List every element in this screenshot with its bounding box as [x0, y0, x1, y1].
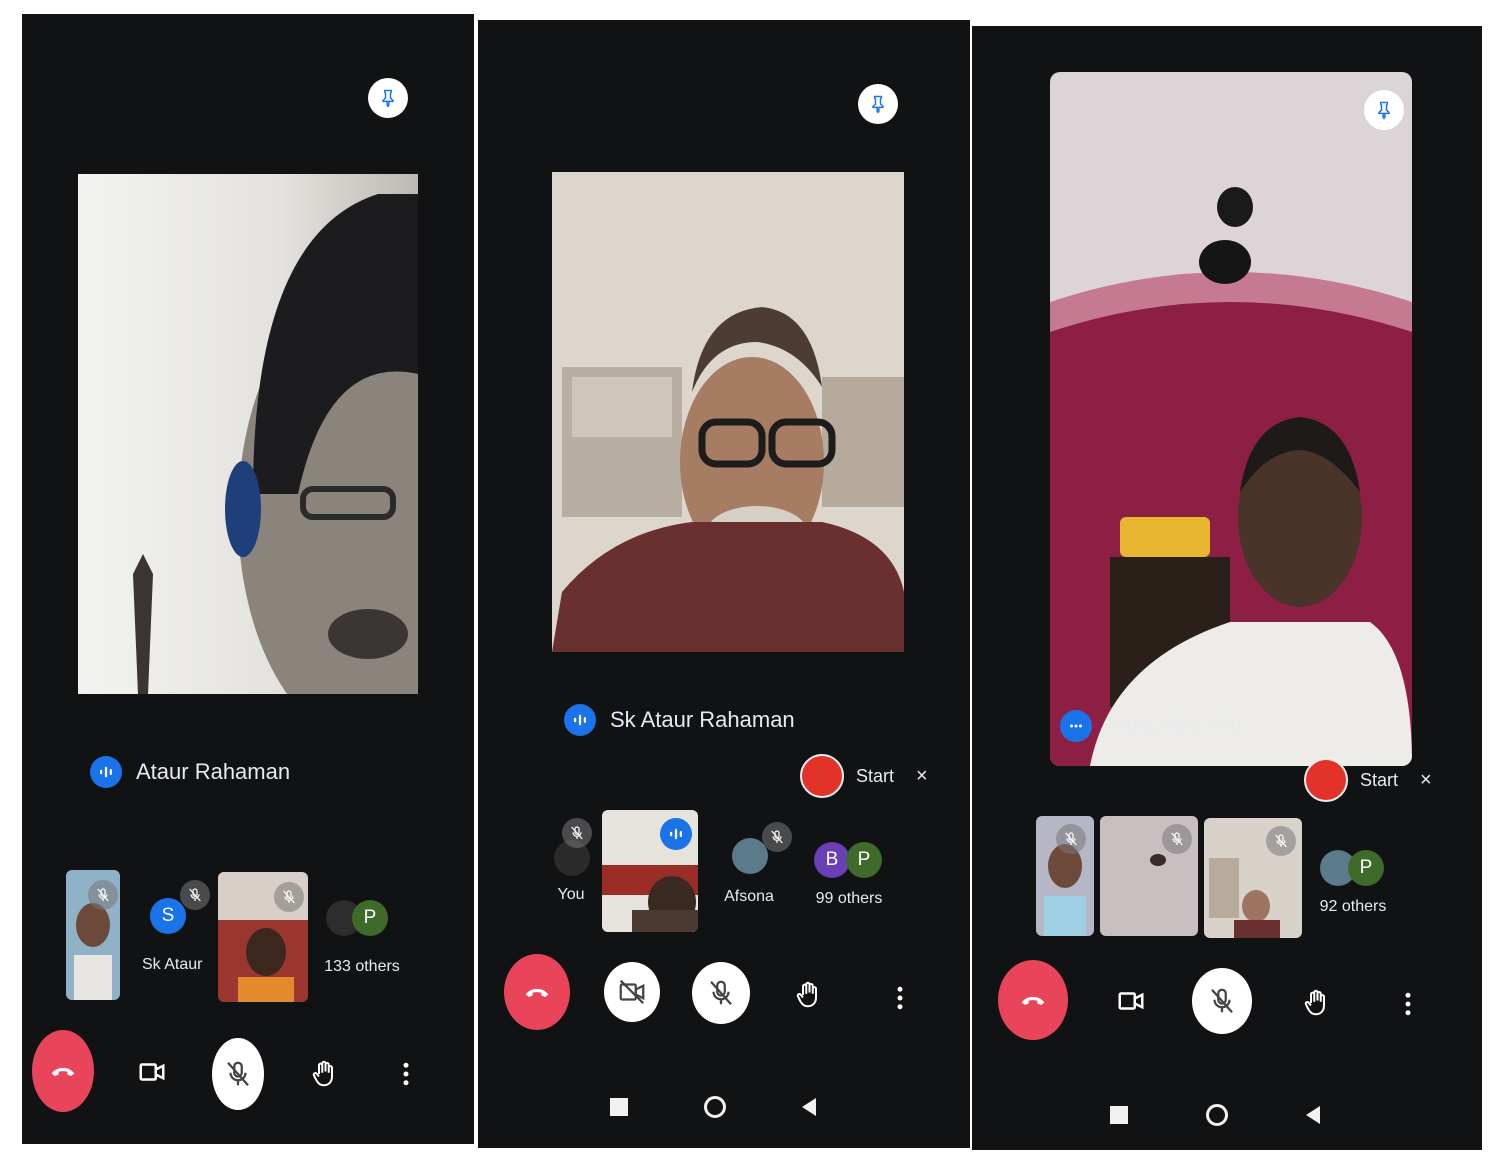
recents-square-icon[interactable]: [1110, 1106, 1128, 1124]
speaker-name: Sk Ataur Rahaman: [610, 707, 795, 732]
mic-off-icon: [180, 880, 210, 910]
end-call-button[interactable]: [32, 1030, 94, 1112]
audio-wave-icon: [564, 704, 596, 736]
participant-label: You: [557, 886, 585, 903]
avatar: P: [846, 842, 882, 878]
main-video-feed: [552, 172, 904, 652]
mic-off-icon: [1162, 824, 1192, 854]
end-call-button[interactable]: [504, 954, 570, 1030]
participant-label: Sk Ataur: [142, 956, 203, 973]
mic-toggle-button[interactable]: [212, 1038, 264, 1110]
participant-tile[interactable]: [66, 870, 120, 1000]
mic-off-icon: [762, 822, 792, 852]
more-options-button[interactable]: [884, 978, 916, 1018]
record-start-label[interactable]: Start: [856, 766, 894, 787]
mic-off-icon: [88, 880, 118, 910]
avatar: P: [352, 900, 388, 936]
raise-hand-button[interactable]: [784, 970, 832, 1020]
more-options-button[interactable]: [1392, 984, 1424, 1024]
mic-off-icon: [1056, 824, 1086, 854]
audio-wave-icon: [90, 756, 122, 788]
recording-prompt: Start ×: [800, 754, 928, 798]
pin-icon[interactable]: [1364, 90, 1404, 130]
avatar: B: [814, 842, 850, 878]
others-count: 92 others: [1319, 898, 1387, 915]
participant-label: Afsona: [724, 888, 774, 905]
call-screen-1: Ataur Rahaman S Sk Ataur P 133 others: [22, 14, 474, 1144]
mic-toggle-button[interactable]: [1192, 968, 1252, 1034]
active-speaker: Ataur Rahaman: [90, 756, 290, 788]
participant-tile[interactable]: [1204, 818, 1302, 938]
more-options-button[interactable]: [390, 1054, 422, 1094]
call-screen-2: Sk Ataur Rahaman Start × You Afsona B P …: [478, 20, 970, 1148]
pin-icon[interactable]: [858, 84, 898, 124]
camera-button[interactable]: [1108, 978, 1154, 1024]
record-button[interactable]: [1304, 758, 1348, 802]
participant-tile[interactable]: [602, 810, 698, 932]
participant-tile[interactable]: [218, 872, 308, 1002]
participant-tile[interactable]: P 92 others: [1316, 846, 1426, 936]
close-icon[interactable]: ×: [1420, 769, 1432, 792]
audio-wave-icon: [660, 818, 692, 850]
mic-toggle-button[interactable]: [692, 962, 750, 1024]
record-start-label[interactable]: Start: [1360, 770, 1398, 791]
active-speaker: Baikuntha Pal: [1060, 710, 1242, 742]
recents-square-icon[interactable]: [610, 1098, 628, 1116]
raise-hand-button[interactable]: [300, 1048, 348, 1100]
mic-off-icon: [1266, 826, 1296, 856]
main-video-feed: [1050, 72, 1412, 766]
participant-tile[interactable]: P 133 others: [318, 894, 448, 994]
record-button[interactable]: [800, 754, 844, 798]
speaker-name: Baikuntha Pal: [1106, 713, 1242, 738]
pin-icon[interactable]: [368, 78, 408, 118]
avatar: P: [1348, 850, 1384, 886]
home-circle-icon[interactable]: [1206, 1104, 1228, 1126]
mic-off-icon: [562, 818, 592, 848]
close-icon[interactable]: ×: [916, 765, 928, 788]
participant-tile[interactable]: B P 99 others: [810, 838, 920, 928]
raise-hand-button[interactable]: [1292, 978, 1340, 1028]
participant-tile[interactable]: You: [548, 814, 608, 924]
back-triangle-icon[interactable]: [1306, 1106, 1320, 1124]
camera-button[interactable]: [128, 1048, 176, 1096]
others-count: 99 others: [815, 890, 883, 907]
call-screen-3: Baikuntha Pal Start × P 92 others: [972, 26, 1482, 1150]
recording-prompt: Start ×: [1304, 758, 1432, 802]
avatar: S: [150, 898, 186, 934]
speaker-name: Ataur Rahaman: [136, 759, 291, 784]
active-speaker: Sk Ataur Rahaman: [564, 704, 795, 736]
main-video-feed: [78, 174, 418, 694]
others-count: 133 others: [324, 958, 400, 975]
mic-off-icon: [274, 882, 304, 912]
back-triangle-icon[interactable]: [802, 1098, 816, 1116]
home-circle-icon[interactable]: [704, 1096, 726, 1118]
end-call-button[interactable]: [998, 960, 1068, 1040]
participant-tile[interactable]: Afsona: [718, 816, 798, 926]
participant-tile[interactable]: [1100, 816, 1198, 936]
participant-tile[interactable]: [1036, 816, 1094, 936]
camera-off-button[interactable]: [604, 962, 660, 1022]
dots-icon: [1060, 710, 1092, 742]
